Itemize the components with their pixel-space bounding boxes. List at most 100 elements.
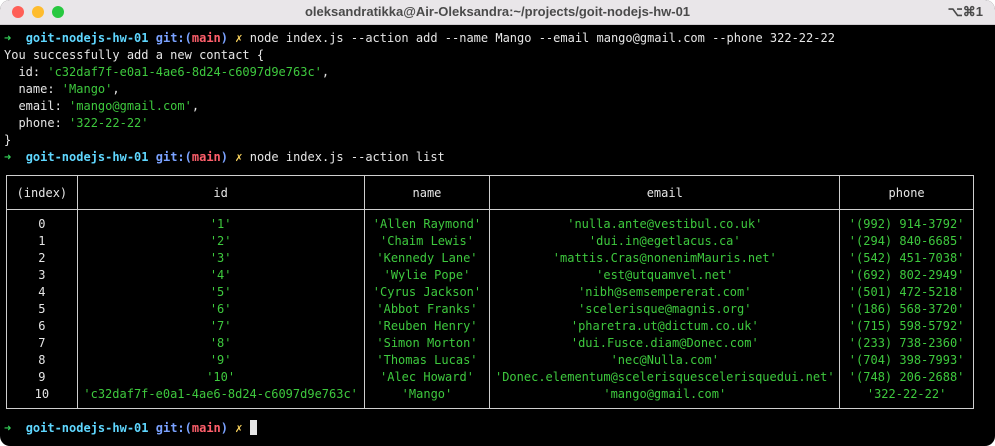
- prompt-arrow-icon: ➜: [4, 421, 12, 435]
- cell-name: 'Allen Raymond': [363, 209, 491, 233]
- cell-id: 'c32daf7f-e0a1-4ae6-8d24-c6097d9e763c': [76, 386, 365, 409]
- cell-index: 3: [6, 267, 78, 284]
- cell-name: 'Abbot Franks': [363, 301, 491, 318]
- column-header-name: name: [363, 175, 491, 210]
- table-row: 0'1' 'Allen Raymond''nulla.ante@vestibul.…: [6, 209, 974, 233]
- table-row: 4'5' 'Cyrus Jackson''nibh@semsempererat.c…: [6, 284, 974, 301]
- table-row: 1'2' 'Chaim Lewis''dui.in@egetlacus.ca' '(…: [6, 233, 974, 250]
- prompt-arrow-icon: ➜: [4, 31, 12, 45]
- prompt-arrow-icon: ➜: [4, 150, 12, 164]
- prompt-git-close: ): [220, 150, 229, 164]
- cell-email: 'mango@gmail.com': [489, 386, 841, 409]
- field-key: email:: [4, 99, 70, 113]
- prompt-git-label: git:(: [155, 421, 192, 435]
- output-field-email: email: 'mango@gmail.com',: [4, 98, 199, 115]
- cell-phone: '(542) 451-7038': [839, 250, 974, 267]
- prompt-git-label: git:(: [155, 150, 192, 164]
- cell-email: 'Donec.elementum@scelerisquescelerisqued…: [489, 369, 841, 386]
- prompt-branch: main: [191, 31, 221, 45]
- prompt-line-add: ➜ goit-nodejs-hw-01 git:(main) ✗ node in…: [4, 30, 835, 47]
- prompt-line-list: ➜ goit-nodejs-hw-01 git:(main) ✗ node in…: [4, 149, 445, 166]
- cell-name: 'Wylie Pope': [363, 267, 491, 284]
- cell-index: 4: [6, 284, 78, 301]
- field-value: 'mango@gmail.com': [69, 99, 192, 113]
- cell-phone: '(186) 568-3720': [839, 301, 974, 318]
- cell-id: '7': [76, 318, 365, 335]
- cell-index: 1: [6, 233, 78, 250]
- table-body: 0'1' 'Allen Raymond''nulla.ante@vestibul.…: [6, 209, 974, 409]
- cell-id: '9': [76, 352, 365, 369]
- dirty-status-icon: ✗: [235, 150, 243, 164]
- table-row: 3'4' 'Wylie Pope''est@utquamvel.net' '(692…: [6, 267, 974, 284]
- field-value: '322-22-22': [69, 116, 149, 130]
- prompt-git-label: git:(: [155, 31, 192, 45]
- cell-name: 'Alec Howard': [363, 369, 491, 386]
- output-field-name: name: 'Mango',: [4, 81, 119, 98]
- field-value: 'c32daf7f-e0a1-4ae6-8d24-c6097d9e763c': [47, 65, 322, 79]
- cell-name: 'Kennedy Lane': [363, 250, 491, 267]
- cell-phone: '(294) 840-6685': [839, 233, 974, 250]
- cell-id: '2': [76, 233, 365, 250]
- prompt-dir: goit-nodejs-hw-01: [25, 31, 149, 45]
- cell-phone: '322-22-22': [839, 386, 974, 409]
- cell-email: 'mattis.Cras@nonenimMauris.net': [489, 250, 841, 267]
- cell-phone: '(233) 738-2360': [839, 335, 974, 352]
- cell-email: 'nulla.ante@vestibul.co.uk': [489, 209, 841, 233]
- cell-index: 9: [6, 369, 78, 386]
- cell-email: 'pharetra.ut@dictum.co.uk': [489, 318, 841, 335]
- window-shortcut-label: ⌥⌘1: [947, 4, 983, 19]
- column-header-index: (index): [6, 175, 78, 210]
- column-header-email: email: [489, 175, 841, 210]
- prompt-git-close: ): [220, 31, 229, 45]
- command-add: node index.js --action add --name Mango …: [249, 31, 835, 45]
- title-bar[interactable]: oleksandratikka@Air-Oleksandra:~/project…: [0, 0, 995, 25]
- cell-index: 5: [6, 301, 78, 318]
- cell-id: '4': [76, 267, 365, 284]
- cell-phone: '(704) 398-7993': [839, 352, 974, 369]
- prompt-dir: goit-nodejs-hw-01: [25, 150, 149, 164]
- cell-index: 2: [6, 250, 78, 267]
- table-row: 2'3' 'Kennedy Lane''mattis.Cras@nonenimMa…: [6, 250, 974, 267]
- field-key: id:: [4, 65, 48, 79]
- cell-phone: '(501) 472-5218': [839, 284, 974, 301]
- cell-id: '10': [76, 369, 365, 386]
- table-header-row: (index) id name email phone: [6, 175, 974, 210]
- cell-phone: '(748) 206-2688': [839, 369, 974, 386]
- cell-id: '6': [76, 301, 365, 318]
- prompt-branch: main: [191, 150, 221, 164]
- cell-email: 'nec@Nulla.com': [489, 352, 841, 369]
- table-row: 8'9' 'Thomas Lucas''nec@Nulla.com' '(704) …: [6, 352, 974, 369]
- cell-phone: '(715) 598-5792': [839, 318, 974, 335]
- field-suffix: ,: [321, 65, 330, 79]
- cell-index: 0: [6, 209, 78, 233]
- text-cursor[interactable]: [249, 420, 257, 435]
- cell-id: '8': [76, 335, 365, 352]
- contacts-table: (index) id name email phone 0'1' 'Allen R…: [6, 175, 974, 409]
- window-title: oleksandratikka@Air-Oleksandra:~/project…: [304, 4, 691, 19]
- field-key: phone:: [4, 116, 70, 130]
- dirty-status-icon: ✗: [235, 421, 243, 435]
- cell-name: 'Mango': [363, 386, 491, 409]
- output-field-phone: phone: '322-22-22': [4, 115, 149, 132]
- field-key: name:: [4, 82, 62, 96]
- cell-index: 7: [6, 335, 78, 352]
- cell-email: 'est@utquamvel.net': [489, 267, 841, 284]
- prompt-git-close: ): [220, 421, 229, 435]
- column-header-phone: phone: [839, 175, 974, 210]
- column-header-id: id: [76, 175, 365, 210]
- field-suffix: ,: [191, 99, 200, 113]
- table-row: 7'8' 'Simon Morton''dui.Fusce.diam@Donec.…: [6, 335, 974, 352]
- table-row: 6'7' 'Reuben Henry''pharetra.ut@dictum.co…: [6, 318, 974, 335]
- prompt-dir: goit-nodejs-hw-01: [25, 421, 149, 435]
- output-field-id: id: 'c32daf7f-e0a1-4ae6-8d24-c6097d9e763…: [4, 64, 329, 81]
- prompt-line-current: ➜ goit-nodejs-hw-01 git:(main) ✗: [4, 420, 257, 437]
- cell-email: 'dui.Fusce.diam@Donec.com': [489, 335, 841, 352]
- cell-phone: '(992) 914-3792': [839, 209, 974, 233]
- terminal-content[interactable]: ➜ goit-nodejs-hw-01 git:(main) ✗ node in…: [0, 25, 995, 446]
- cell-id: '3': [76, 250, 365, 267]
- field-value: 'Mango': [61, 82, 113, 96]
- command-list: node index.js --action list: [249, 150, 445, 164]
- cell-id: '1': [76, 209, 365, 233]
- cell-id: '5': [76, 284, 365, 301]
- terminal-window: oleksandratikka@Air-Oleksandra:~/project…: [0, 0, 995, 446]
